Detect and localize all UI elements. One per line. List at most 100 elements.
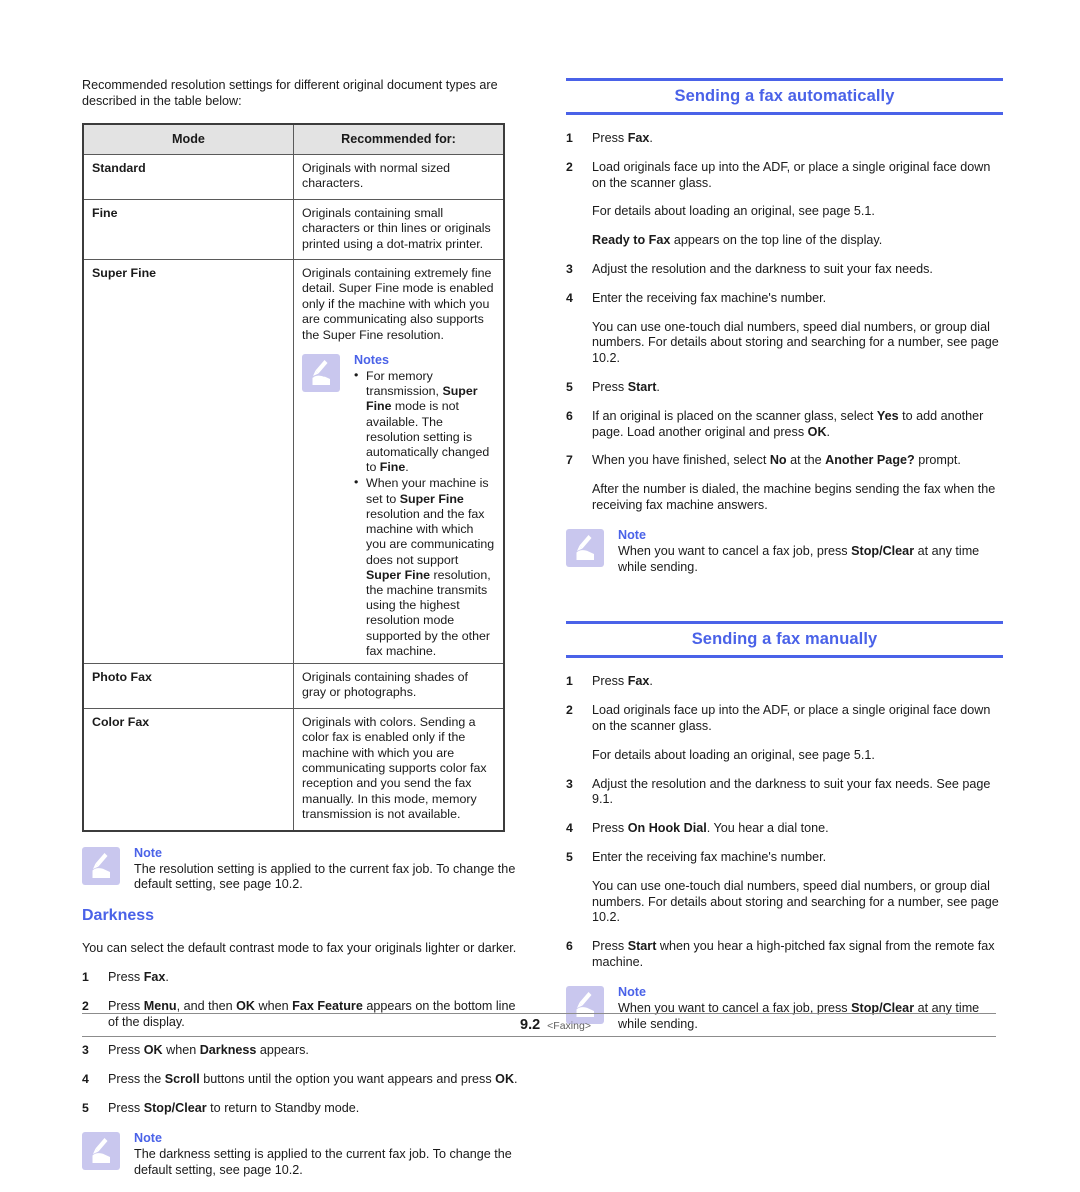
auto-sub-4: You can use one-touch dial numbers, spee… — [592, 319, 999, 366]
page-number: 9.2 — [520, 1017, 541, 1033]
column-header-mode: Mode — [82, 123, 294, 155]
cell-description: Originals containing shades of gray or p… — [293, 662, 505, 709]
step-text: Adjust the resolution and the darkness t… — [592, 776, 991, 807]
step-text: Press Fax. — [592, 674, 653, 689]
column-header-recommended: Recommended for: — [293, 123, 505, 155]
step-number: 1 — [566, 131, 573, 145]
note-box-super-fine: Notes For memory transmission, Super Fin… — [302, 353, 495, 659]
step-text: Press Fax. — [108, 969, 169, 984]
right-column: Sending a fax automatically 1 Press Fax.… — [566, 78, 1003, 1046]
note-bullet: When your machine is set to Super Fine r… — [354, 475, 495, 658]
auto-step: 2 Load originals face up into the ADF, o… — [566, 160, 1003, 192]
auto-step: 6 If an original is placed on the scanne… — [566, 409, 1003, 441]
auto-step: 4 Enter the receiving fax machine's numb… — [566, 291, 1003, 307]
heading-rule-bottom — [566, 655, 1003, 659]
step-number: 4 — [566, 290, 573, 305]
step-number: 1 — [566, 674, 573, 689]
manual-step: 6 Press Start when you hear a high-pitch… — [566, 939, 1003, 971]
cell-mode: Super Fine — [82, 259, 294, 664]
step-number: 4 — [82, 1072, 89, 1087]
cell-description: Originals with normal sized characters. — [293, 154, 505, 200]
step-text: If an original is placed on the scanner … — [592, 408, 984, 439]
step-text: Adjust the resolution and the darkness t… — [592, 261, 933, 276]
step-number: 5 — [566, 379, 573, 394]
footer-inner: 9.2 <Faxing> — [520, 1016, 591, 1034]
section-title: Sending a fax manually — [691, 630, 878, 649]
cell-mode: Standard — [82, 154, 294, 200]
step-text: Enter the receiving fax machine's number… — [592, 849, 827, 864]
table-header-row: Mode Recommended for: — [82, 123, 505, 155]
note-body: When you want to cancel a fax job, press… — [618, 543, 980, 574]
step-text: Enter the receiving fax machine's number… — [592, 290, 827, 305]
note-title: Notes — [354, 353, 389, 368]
manual-step: 1 Press Fax. — [566, 674, 1003, 690]
section-heading-manual: Sending a fax manually — [566, 621, 1003, 659]
intro-paragraph: Recommended resolution settings for diff… — [82, 78, 498, 108]
note-box-resolution: Note The resolution setting is applied t… — [82, 846, 519, 894]
note-box-auto-cancel: Note When you want to cancel a fax job, … — [566, 528, 1003, 576]
darkness-heading: Darkness — [82, 907, 155, 925]
manual-sub-5: You can use one-touch dial numbers, spee… — [592, 878, 999, 925]
auto-step: 5 Press Start. — [566, 380, 1003, 396]
page-footer: 9.2 <Faxing> — [82, 1013, 996, 1037]
step-number: 3 — [566, 776, 573, 791]
step-text: Press the Scroll buttons until the optio… — [108, 1072, 518, 1087]
darkness-step: 4 Press the Scroll buttons until the opt… — [82, 1072, 519, 1088]
step-text: Press Start when you hear a high-pitched… — [592, 939, 995, 969]
table-row: Photo Fax Originals containing shades of… — [82, 662, 505, 709]
auto-step: 3 Adjust the resolution and the darkness… — [566, 262, 1003, 278]
note-hand-icon — [302, 354, 340, 393]
step-number: 6 — [566, 408, 573, 423]
manual-page: Recommended resolution settings for diff… — [0, 0, 1080, 1177]
cell-mode: Fine — [82, 198, 294, 261]
note-title: Note — [618, 984, 646, 999]
step-text: Press Start. — [592, 379, 660, 394]
step-number: 7 — [566, 453, 573, 468]
note-title: Note — [618, 527, 646, 542]
manual-step: 5 Enter the receiving fax machine's numb… — [566, 850, 1003, 866]
step-text: Press Fax. — [592, 131, 653, 145]
note-body: The resolution setting is applied to the… — [134, 861, 516, 892]
resolution-modes-table: Mode Recommended for: Standard Originals… — [82, 122, 505, 832]
cell-description-text: Originals containing extremely fine deta… — [302, 266, 494, 342]
manual-step: 3 Adjust the resolution and the darkness… — [566, 777, 1003, 809]
heading-rule-top — [566, 621, 1003, 625]
manual-sub-2: For details about loading an original, s… — [592, 747, 875, 762]
manual-step: 4 Press On Hook Dial. You hear a dial to… — [566, 821, 1003, 837]
note-bullet: For memory transmission, Super Fine mode… — [354, 368, 495, 475]
step-text: Press Stop/Clear to return to Standby mo… — [108, 1100, 360, 1115]
step-number: 1 — [82, 969, 89, 984]
note-hand-icon — [566, 528, 604, 567]
auto-sub-2b: Ready to Fax appears on the top line of … — [592, 233, 883, 248]
step-number: 2 — [566, 159, 573, 174]
auto-step: 1 Press Fax. — [566, 131, 1003, 147]
section-heading-auto: Sending a fax automatically — [566, 78, 1003, 115]
cell-description: Originals containing extremely fine deta… — [293, 259, 505, 664]
darkness-step: 1 Press Fax. — [82, 970, 519, 986]
darkness-step: 3 Press OK when Darkness appears. — [82, 1043, 519, 1059]
step-number: 4 — [566, 821, 573, 836]
step-text: Load originals face up into the ADF, or … — [592, 703, 991, 733]
step-text: When you have finished, select No at the… — [592, 453, 961, 468]
step-text: Press On Hook Dial. You hear a dial tone… — [592, 821, 829, 836]
manual-step: 2 Load originals face up into the ADF, o… — [566, 703, 1003, 735]
step-text: Press OK when Darkness appears. — [108, 1043, 309, 1058]
chapter-label: <Faxing> — [547, 1020, 591, 1032]
step-text: Load originals face up into the ADF, or … — [592, 159, 991, 190]
note-bullet-list: For memory transmission, Super Fine mode… — [354, 368, 495, 659]
table-row: Standard Originals with normal sized cha… — [82, 154, 505, 200]
note-hand-icon — [82, 846, 120, 885]
table-row: Super Fine Originals containing extremel… — [82, 259, 505, 664]
step-number: 5 — [82, 1100, 89, 1115]
note-box-darkness: Note The darkness setting is applied to … — [82, 1131, 519, 1179]
note-title: Note — [134, 1130, 162, 1145]
auto-sub-7: After the number is dialed, the machine … — [592, 482, 996, 512]
section-title: Sending a fax automatically — [674, 87, 895, 105]
step-number: 2 — [566, 703, 573, 718]
auto-step: 7 When you have finished, select No at t… — [566, 453, 1003, 469]
note-body: The darkness setting is applied to the c… — [134, 1146, 512, 1177]
step-number: 3 — [82, 1043, 89, 1058]
cell-mode: Color Fax — [82, 707, 294, 832]
step-number: 5 — [566, 849, 573, 864]
step-number: 6 — [566, 939, 573, 954]
